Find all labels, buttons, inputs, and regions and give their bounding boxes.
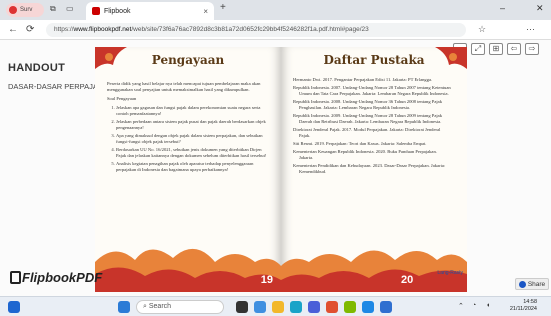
profile-label: Surv <box>20 7 33 13</box>
workspaces-icon[interactable]: ⧉ <box>50 4 56 14</box>
list-item: Jelaskan perbedaan antara sistem pajak p… <box>116 119 267 131</box>
book-page-right[interactable]: Daftar Pustaka Hermanto Dwi. 2017. Penga… <box>281 47 467 292</box>
page-title-left: Pengayaan <box>151 53 225 67</box>
browser-icon[interactable] <box>362 301 374 313</box>
enrichment-list-heading: Soal Pengayaan <box>107 96 137 101</box>
clock-time: 14:58 <box>523 299 537 305</box>
share-icon <box>518 280 526 288</box>
url-prefix: https:// <box>54 26 74 33</box>
new-tab-button[interactable]: + <box>220 2 226 13</box>
enrichment-intro: Peserta didik yang hasil belajar nya tel… <box>107 81 261 92</box>
url-domain: www.flipbookpdf.net <box>73 26 132 33</box>
task-view-icon[interactable] <box>236 301 248 313</box>
logo-text: FlipbookPDF <box>22 270 103 285</box>
minimize-button[interactable]: – <box>500 3 505 13</box>
list-item: Apa yang dimaksud dengan objek pajak dal… <box>116 133 267 145</box>
list-item: Analisis kegiatan penagihan pajak oleh a… <box>116 161 267 173</box>
browser-tab[interactable]: Flipbook × <box>86 2 214 20</box>
tab-actions-icon[interactable]: ▭ <box>66 4 74 13</box>
list-item: Kementerian Keuangan Republik Indonesia.… <box>293 149 437 160</box>
favorite-button[interactable]: ☆ <box>478 24 486 35</box>
list-item: Kementerian Pendidikan dan Kebudayaan. 2… <box>293 163 446 174</box>
file-explorer-icon[interactable] <box>272 301 284 313</box>
tab-title: Flipbook <box>104 7 131 15</box>
edge-icon[interactable] <box>254 301 266 313</box>
list-item: Hermanto Dwi. 2017. Pengantar Perpajakan… <box>293 77 433 82</box>
refresh-button[interactable]: ⟳ <box>26 24 34 35</box>
teams-icon[interactable] <box>308 301 320 313</box>
list-item: Republik Indonesia. 2007. Undang-Undang … <box>293 85 451 96</box>
windows-taskbar: ⌕ Search ⌃ ◔ ◖ 14:58 21/11/2024 <box>0 296 551 316</box>
volume-icon[interactable]: ◖ <box>486 302 490 309</box>
handout-subtitle: DASAR-DASAR PERPAJAK <box>8 82 100 91</box>
list-item: Republik Indonesia. 2008. Undang-Undang … <box>293 99 442 110</box>
next-page-button[interactable]: ⇨ <box>525 43 539 55</box>
taskbar-search-input[interactable]: ⌕ Search <box>136 300 224 314</box>
page-number-left: 19 <box>260 274 273 286</box>
list-item: Berdasarkan UU No. 16/2021, sebutkan jen… <box>116 147 267 159</box>
start-button[interactable] <box>118 301 130 313</box>
address-bar-row: ← ⟳ https://www.flipbookpdf.net/web/site… <box>0 20 551 40</box>
office-icon[interactable] <box>326 301 338 313</box>
tab-favicon-icon <box>92 7 100 15</box>
profile-button[interactable]: Surv <box>6 3 44 17</box>
url-input[interactable]: https://www.flipbookpdf.net/web/site/73f… <box>46 23 466 37</box>
share-button[interactable]: Share <box>515 278 549 290</box>
list-item: Republik Indonesia. 2009. Undang-Undang … <box>293 113 442 124</box>
page-number-right: 20 <box>401 274 414 286</box>
cloud-decoration-icon <box>281 250 467 292</box>
handout-title: HANDOUT <box>8 62 66 74</box>
page-footer-label: Lang-Rasty <box>437 270 463 276</box>
book-page-left[interactable]: Pengayaan Peserta didik yang hasil belaj… <box>95 47 281 292</box>
book-icon <box>10 271 21 284</box>
share-label: Share <box>527 280 546 288</box>
chevron-up-icon[interactable]: ⌃ <box>458 302 464 310</box>
search-placeholder: Search <box>148 303 172 310</box>
list-item: Direktorat Jenderal Pajak. 2017. Modul P… <box>293 127 441 138</box>
browser-tab-bar: Surv ⧉ ▭ Flipbook × + – ✕ <box>0 0 551 20</box>
network-icon[interactable]: ◔ <box>472 302 476 309</box>
reference-list: Hermanto Dwi. 2017. Pengantar Perpajakan… <box>293 77 451 177</box>
flipbookpdf-logo[interactable]: FlipbookPDF <box>10 270 102 285</box>
url-path: /web/site/73f6a76ac7892d8c3b81a72d0652fc… <box>131 26 369 33</box>
list-item: Jelaskan apa gagasan dan fungsi pajak da… <box>116 105 267 117</box>
app-icon[interactable] <box>344 301 356 313</box>
system-clock[interactable]: 14:58 21/11/2024 <box>507 299 537 313</box>
previous-page-button[interactable]: ⇦ <box>507 43 521 55</box>
clock-date: 21/11/2024 <box>509 306 537 312</box>
enrichment-question-list: Jelaskan apa gagasan dan fungsi pajak da… <box>107 105 267 173</box>
back-button[interactable]: ← <box>8 24 18 35</box>
store-icon[interactable] <box>290 301 302 313</box>
page-title-right: Daftar Pustaka <box>323 53 425 67</box>
enrichment-text: Peserta didik yang hasil belajar nya tel… <box>107 81 267 175</box>
word-icon[interactable] <box>380 301 392 313</box>
more-menu-button[interactable]: ⋯ <box>526 24 535 35</box>
cloud-decoration-icon <box>95 248 281 292</box>
flipbook-viewer: HANDOUT DASAR-DASAR PERPAJAK ▭ ⤢ ⊞ ⇦ ⇨ P… <box>0 40 551 296</box>
tab-close-button[interactable]: × <box>203 7 208 16</box>
close-window-button[interactable]: ✕ <box>536 3 544 14</box>
list-item: Siti Resmi. 2019. Perpajakan: Teori dan … <box>293 141 427 146</box>
widgets-icon[interactable] <box>8 301 20 313</box>
grid-view-button[interactable]: ⊞ <box>489 43 503 55</box>
book-spread[interactable]: Pengayaan Peserta didik yang hasil belaj… <box>95 47 467 292</box>
fullscreen-button[interactable]: ⤢ <box>471 43 485 55</box>
profile-avatar-icon <box>9 6 17 14</box>
